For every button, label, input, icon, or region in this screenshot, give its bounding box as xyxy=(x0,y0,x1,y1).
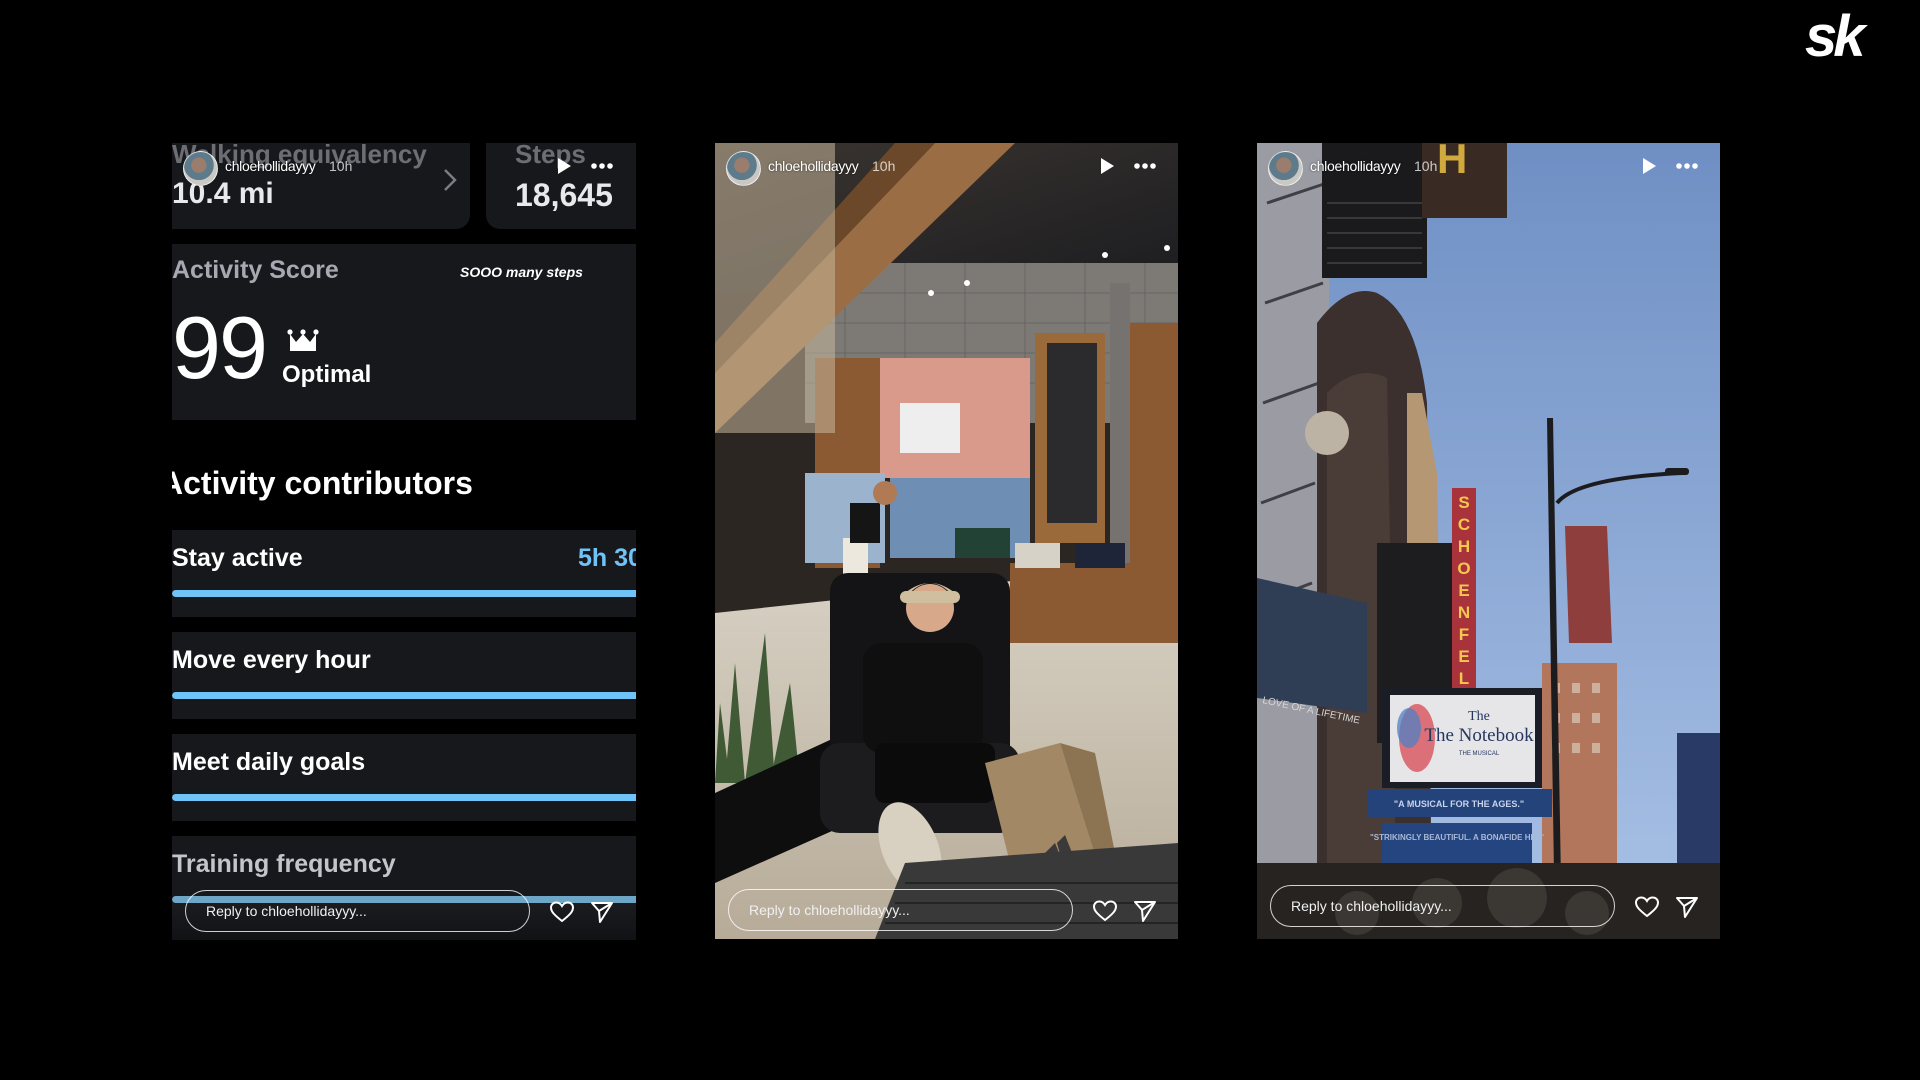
marquee-quote-2: "STRIKINGLY BEAUTIFUL. A BONAFIDE HIT!" xyxy=(1370,833,1544,842)
reply-input[interactable] xyxy=(728,889,1073,931)
contributor-progress-bar xyxy=(172,692,636,699)
story-time: 10h xyxy=(329,158,353,174)
heart-icon[interactable] xyxy=(1092,899,1118,923)
contributor-row[interactable]: Move every hour xyxy=(172,632,636,719)
sk-logo: sk xyxy=(1805,10,1872,65)
reply-input[interactable] xyxy=(1270,885,1615,927)
username[interactable]: chloehollidayyy xyxy=(225,158,316,174)
activity-score-value: 99 xyxy=(172,298,268,397)
avatar[interactable] xyxy=(726,151,761,186)
activity-score-card: Activity Score SOOO many steps 99 Optima… xyxy=(172,244,636,420)
story-caption: SOOO many steps xyxy=(460,264,583,280)
heart-icon[interactable] xyxy=(1634,895,1660,919)
svg-text:E: E xyxy=(1458,647,1469,666)
avatar[interactable] xyxy=(183,151,218,186)
username[interactable]: chloehollidayyy xyxy=(768,158,859,174)
contributor-progress-bar xyxy=(172,794,636,801)
play-icon[interactable] xyxy=(1099,157,1115,175)
contributor-progress-bar xyxy=(172,590,636,597)
contributor-label: Stay active xyxy=(172,544,303,572)
story-panel-store: adidas chloehollidayyy 10h xyxy=(715,143,1178,939)
progress-fill xyxy=(172,794,636,801)
reply-input[interactable] xyxy=(185,890,530,932)
svg-text:C: C xyxy=(1458,515,1470,534)
more-options-icon[interactable] xyxy=(1676,162,1698,170)
svg-text:N: N xyxy=(1458,603,1470,622)
play-icon[interactable] xyxy=(556,157,572,175)
more-options-icon[interactable] xyxy=(1134,162,1156,170)
marquee-subtitle: THE MUSICAL xyxy=(1459,751,1500,757)
svg-text:O: O xyxy=(1457,559,1470,578)
store-photo: adidas xyxy=(715,143,1178,939)
svg-text:H: H xyxy=(1458,537,1470,556)
progress-fill xyxy=(172,692,636,699)
marquee-quote-1: "A MUSICAL FOR THE AGES." xyxy=(1394,799,1524,809)
story-header: chloehollidayyy 10h xyxy=(1257,143,1720,203)
contributor-label: Move every hour xyxy=(172,646,371,674)
story-panel-activity: Walking equivalency 10.4 mi Steps 18,645… xyxy=(172,143,636,940)
contributors-heading: Activity contributors xyxy=(172,465,473,501)
avatar[interactable] xyxy=(1268,151,1303,186)
contributor-label: Training frequency xyxy=(172,850,396,878)
send-icon[interactable] xyxy=(1133,899,1157,923)
progress-fill xyxy=(172,590,636,597)
story-header: chloehollidayyy 10h xyxy=(172,143,636,203)
svg-text:L: L xyxy=(1459,669,1469,688)
svg-text:F: F xyxy=(1459,625,1469,644)
story-panel-broadway: H SCHOENFELD LOVE OF A LIFETIME The The … xyxy=(1257,143,1720,939)
username[interactable]: chloehollidayyy xyxy=(1310,158,1401,174)
story-time: 10h xyxy=(1414,158,1438,174)
marquee-title: The Notebook xyxy=(1424,725,1534,746)
contributor-row[interactable]: Meet daily goals xyxy=(172,734,636,821)
activity-score-status: Optimal xyxy=(282,361,372,388)
broadway-photo: H SCHOENFELD LOVE OF A LIFETIME The The … xyxy=(1257,143,1720,939)
story-header: chloehollidayyy 10h xyxy=(715,143,1178,203)
story-time: 10h xyxy=(872,158,896,174)
activity-score-title: Activity Score xyxy=(172,256,339,284)
contributor-value: 5h 30 xyxy=(578,544,636,572)
logo-text: sk xyxy=(1805,10,1868,65)
send-icon[interactable] xyxy=(1675,895,1699,919)
heart-icon[interactable] xyxy=(549,900,575,924)
marquee-the: The xyxy=(1468,709,1490,724)
svg-text:S: S xyxy=(1458,493,1469,512)
contributor-label: Meet daily goals xyxy=(172,748,366,776)
contributor-row[interactable]: Stay active 5h 30 xyxy=(172,530,636,617)
play-icon[interactable] xyxy=(1641,157,1657,175)
crown-icon xyxy=(287,329,319,351)
more-options-icon[interactable] xyxy=(591,162,613,170)
svg-text:E: E xyxy=(1458,581,1469,600)
send-icon[interactable] xyxy=(590,900,614,924)
